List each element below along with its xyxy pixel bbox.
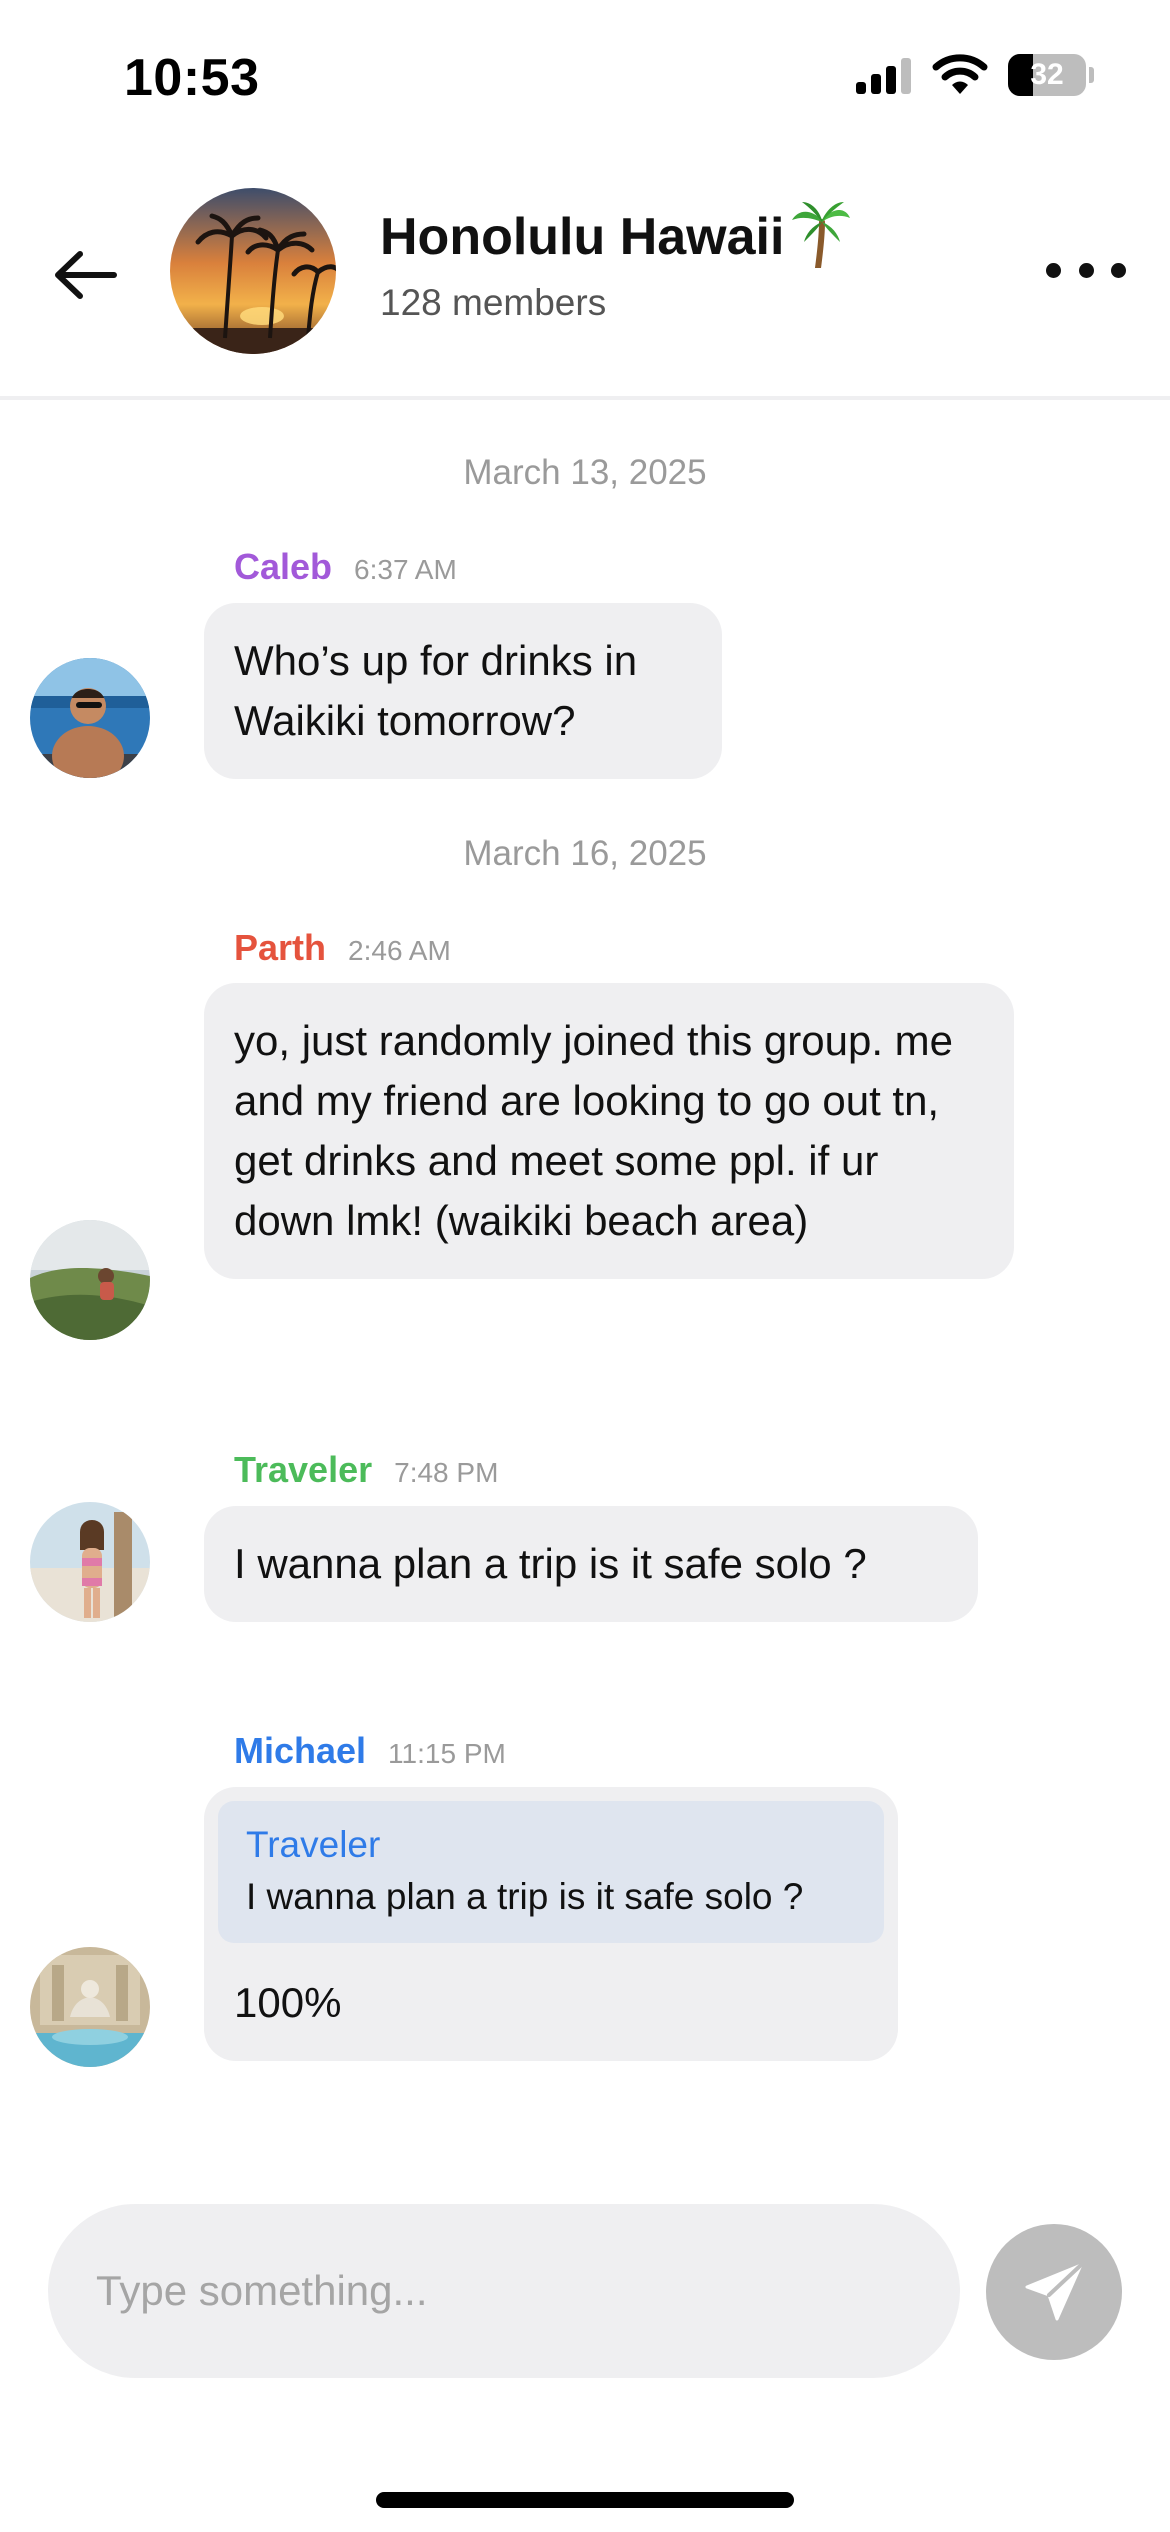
- user-photo-caleb: [30, 658, 150, 778]
- message-text: yo, just randomly joined this group. me …: [234, 1017, 954, 1244]
- user-photo-traveler: [30, 1502, 150, 1622]
- more-dot: [1111, 262, 1126, 278]
- message-composer: [48, 2204, 960, 2378]
- battery-icon: 32: [1008, 54, 1086, 96]
- back-button[interactable]: [50, 240, 120, 310]
- message-input[interactable]: [96, 2204, 916, 2378]
- group-title: Honolulu Hawaii: [380, 208, 785, 266]
- message-meta: Parth 2:46 AM: [234, 927, 451, 969]
- message-text: Who’s up for drinks in Waikiki tomorrow?: [234, 637, 638, 744]
- message-time: 7:48 PM: [394, 1457, 499, 1488]
- battery-cap: [1089, 67, 1094, 83]
- palm-tree-icon: [792, 202, 851, 268]
- message-time: 11:15 PM: [388, 1738, 506, 1769]
- message-meta: Michael 11:15 PM: [234, 1730, 506, 1772]
- battery-percent: 32: [1030, 58, 1064, 91]
- avatar[interactable]: [30, 1220, 150, 1340]
- date-separator: March 13, 2025: [463, 453, 707, 492]
- group-title-row[interactable]: Honolulu Hawaii: [380, 202, 852, 268]
- sender-name[interactable]: Michael: [234, 1730, 366, 1772]
- send-icon: [1025, 2263, 1083, 2321]
- chat-header: Honolulu Hawaii 128 members: [0, 150, 1170, 400]
- reply-quote[interactable]: Traveler I wanna plan a trip is it safe …: [218, 1801, 884, 1943]
- message-text: 100%: [234, 1979, 342, 2026]
- status-bar: 10:53 32: [0, 0, 1170, 150]
- more-horizontal-icon: [1046, 262, 1061, 278]
- sender-name[interactable]: Parth: [234, 927, 326, 969]
- sender-name[interactable]: Traveler: [234, 1449, 372, 1491]
- member-count: 128 members: [380, 282, 607, 323]
- status-time: 10:53: [124, 49, 260, 107]
- user-photo-parth: [30, 1220, 150, 1340]
- message-bubble[interactable]: Who’s up for drinks in Waikiki tomorrow?: [204, 603, 722, 779]
- avatar[interactable]: [30, 1947, 150, 2067]
- sunset-palms-image: [170, 188, 336, 354]
- home-indicator[interactable]: [376, 2492, 794, 2508]
- message-text: I wanna plan a trip is it safe solo ?: [234, 1540, 867, 1587]
- group-avatar[interactable]: [170, 188, 336, 354]
- avatar[interactable]: [30, 658, 150, 778]
- user-photo-michael: [30, 1947, 150, 2067]
- message-meta: Traveler 7:48 PM: [234, 1449, 498, 1491]
- date-separator: March 16, 2025: [463, 834, 707, 873]
- message-bubble[interactable]: yo, just randomly joined this group. me …: [204, 983, 1014, 1279]
- arrow-left-icon: [55, 251, 117, 299]
- message-bubble[interactable]: Traveler I wanna plan a trip is it safe …: [204, 1787, 898, 2061]
- message-meta: Caleb 6:37 AM: [234, 546, 457, 588]
- sender-name[interactable]: Caleb: [234, 546, 332, 588]
- message-time: 6:37 AM: [354, 554, 457, 585]
- message-time: 2:46 AM: [348, 935, 451, 966]
- cellular-signal-icon: [856, 58, 912, 94]
- wifi-icon: [932, 54, 988, 94]
- avatar[interactable]: [30, 1502, 150, 1622]
- reply-sender: Traveler: [246, 1824, 381, 1865]
- send-button[interactable]: [986, 2224, 1122, 2360]
- more-options-button[interactable]: [1046, 250, 1126, 290]
- message-bubble[interactable]: I wanna plan a trip is it safe solo ?: [204, 1506, 978, 1622]
- reply-text: I wanna plan a trip is it safe solo ?: [246, 1876, 804, 1917]
- more-dot: [1078, 262, 1094, 278]
